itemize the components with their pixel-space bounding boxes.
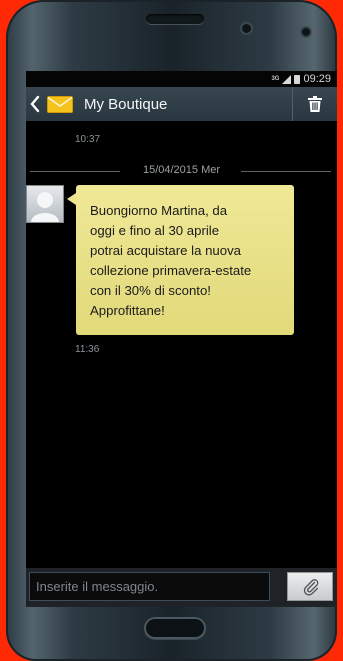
message-line: potrai acquistare la nuova [90,243,242,258]
status-bar: 3G 09:29 [26,71,337,87]
proximity-sensor [242,24,251,33]
message-input[interactable] [29,572,270,601]
conversation-title: My Boutique [84,96,168,113]
screen: 3G 09:29 My Boutique 10:37 15/04/2015 Me… [26,71,337,607]
message-line: collezione primavera-estate [90,263,252,278]
front-camera [302,28,310,36]
message-line: Approfittane! [90,303,165,318]
paperclip-icon [303,579,319,596]
person-icon [31,192,59,222]
earlier-message-time: 10:37 [75,134,101,145]
message-time: 11:36 [75,344,100,355]
message-bubble[interactable]: Buongiorno Martina, da oggi e fino al 30… [76,185,294,335]
back-icon[interactable] [28,94,42,114]
attach-button[interactable] [287,572,333,601]
avatar[interactable] [26,185,64,223]
network-type: 3G [271,76,280,82]
battery-icon [294,74,301,84]
delete-button[interactable] [292,87,337,121]
message-line: Buongiorno Martina, da [90,203,228,218]
date-label: 15/04/2015 Mer [142,164,221,176]
status-time: 09:29 [303,73,331,85]
bubble-tail [67,193,76,205]
trash-icon [308,96,322,112]
home-button[interactable] [144,617,206,639]
earpiece-speaker [146,14,204,24]
message-line: oggi e fino al 30 aprile [90,223,220,238]
message-line: con il 30% di sconto! [90,283,211,298]
message-envelope-icon [47,96,73,113]
app-bar: My Boutique [26,87,337,121]
composer-bar [26,568,337,607]
signal-icon [282,74,292,84]
separator-line-right [241,171,331,172]
date-separator: 15/04/2015 Mer [26,164,337,178]
